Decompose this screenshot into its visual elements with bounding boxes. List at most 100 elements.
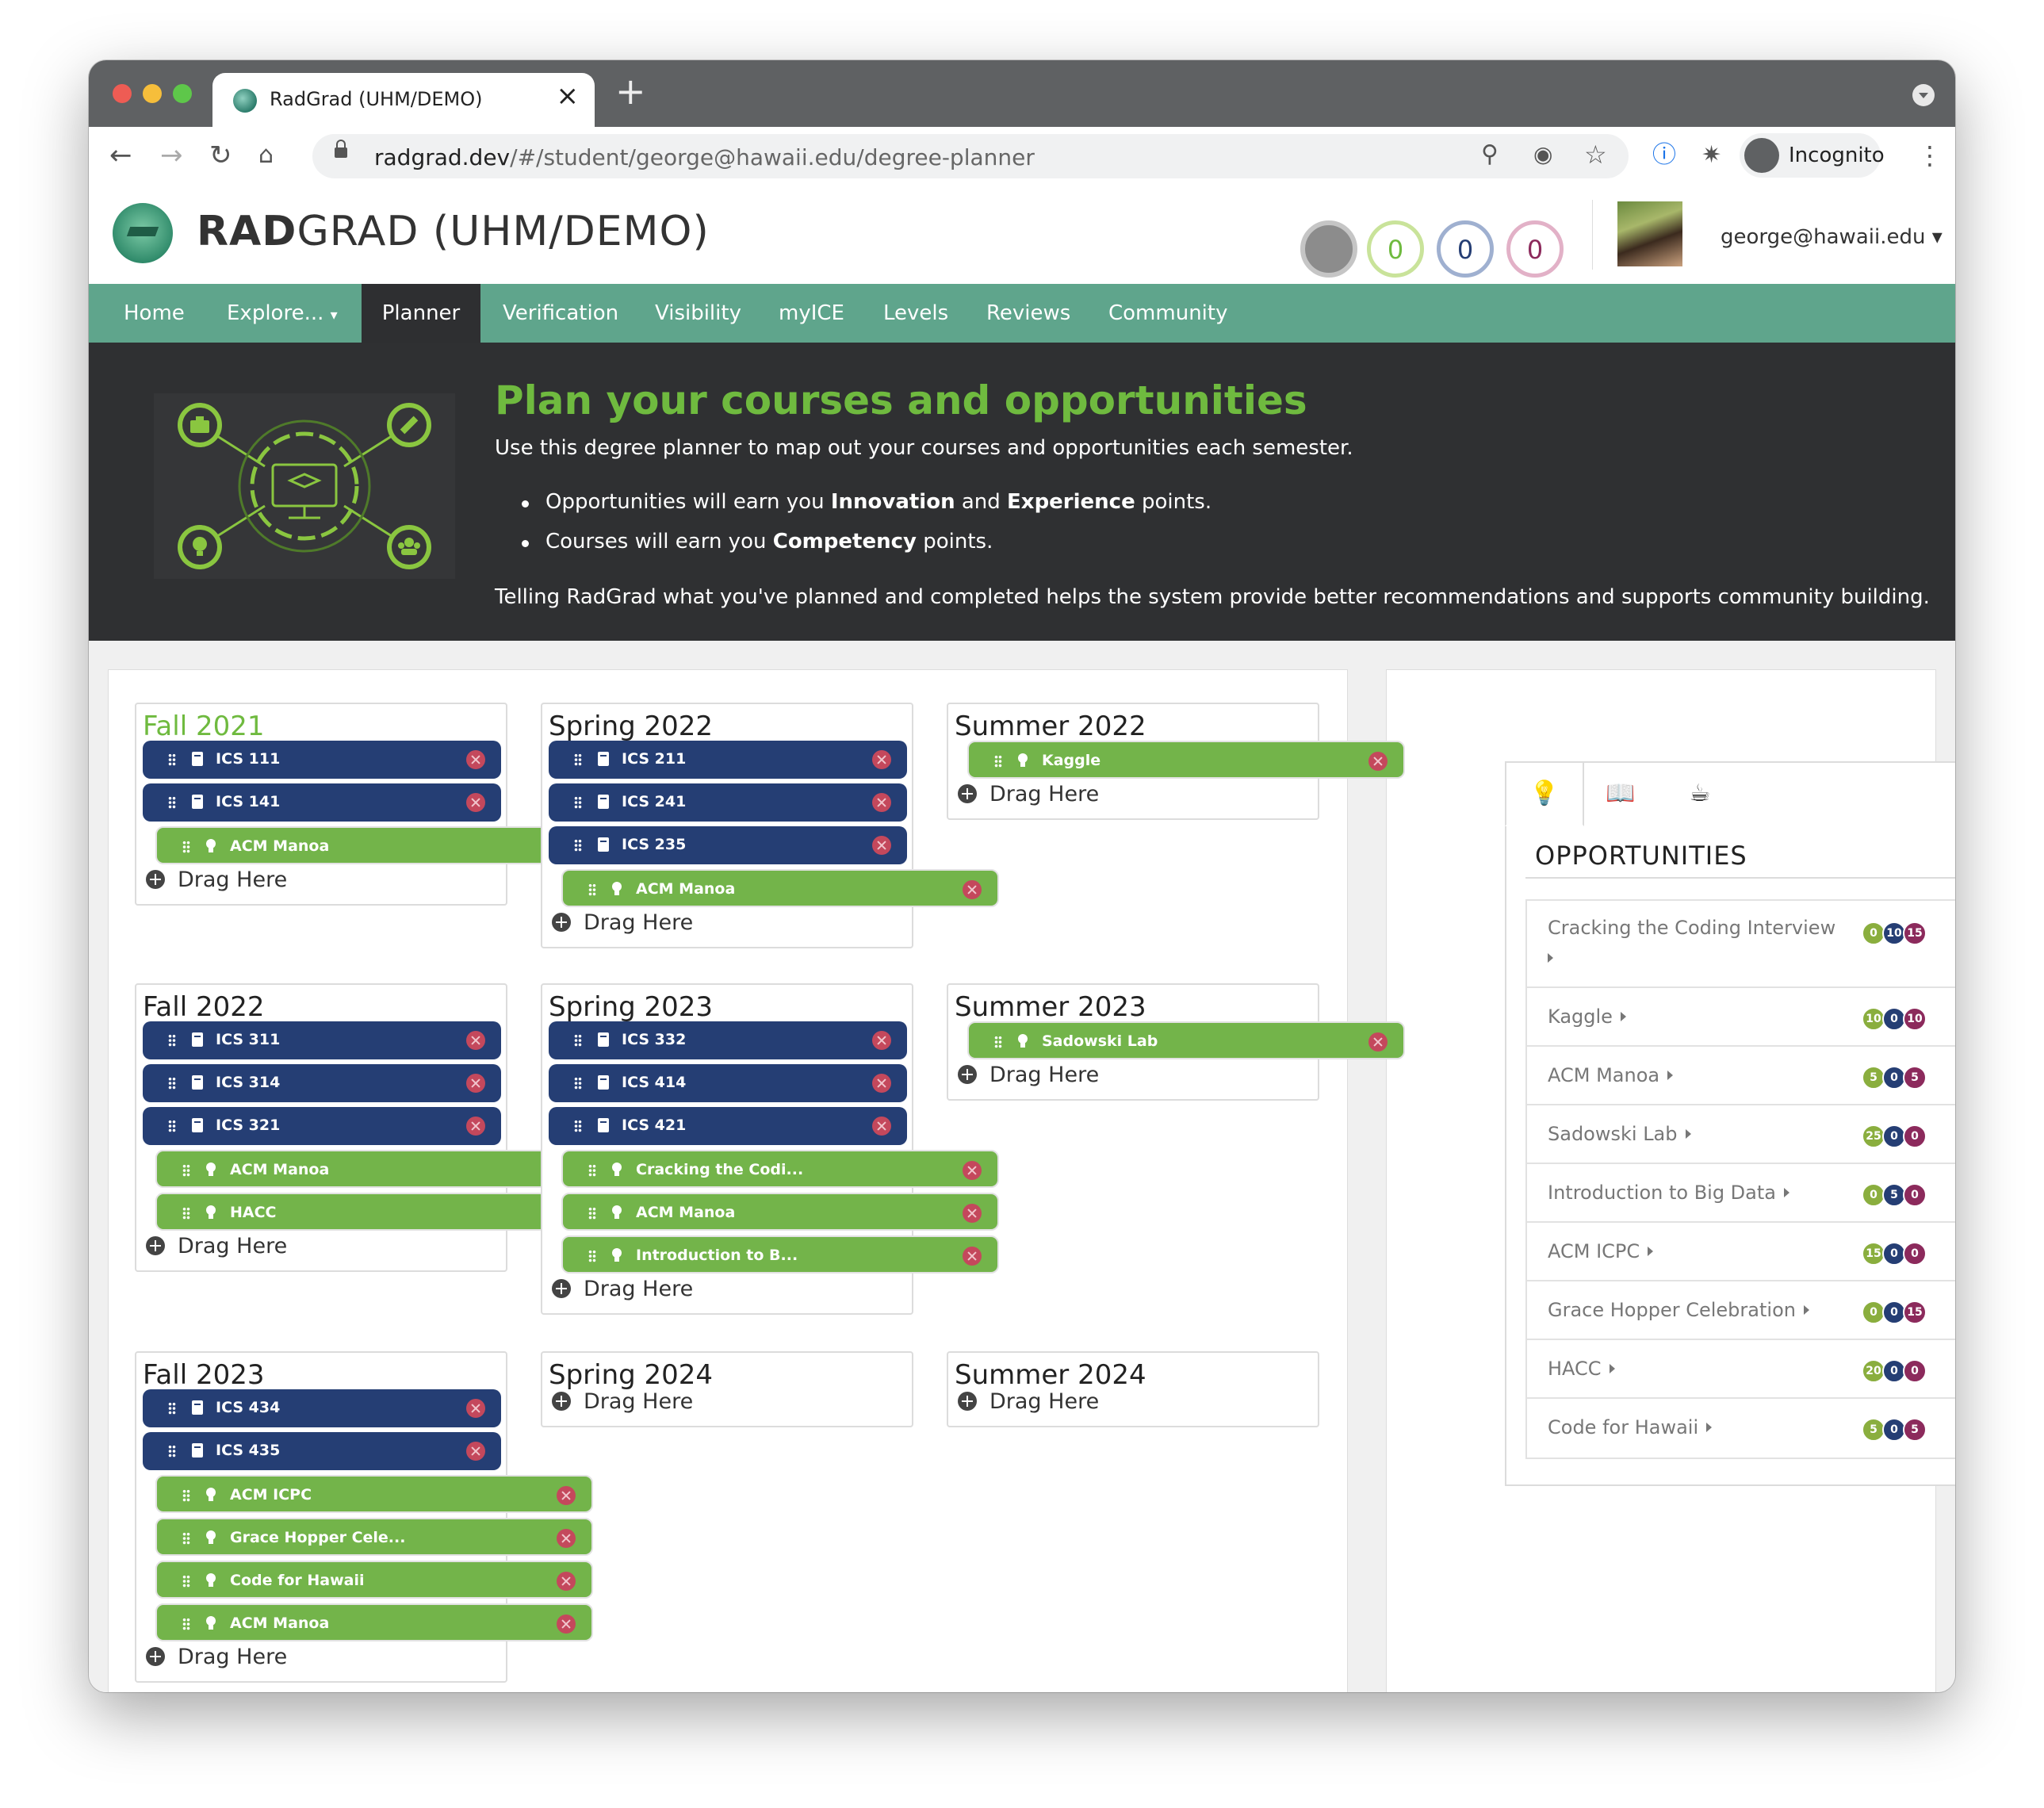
plan-item-course[interactable]: ICS 211 bbox=[549, 741, 907, 779]
opportunity-card[interactable]: Introduction to Big Data 0 5 0 bbox=[1525, 1163, 1955, 1223]
opportunity-card[interactable]: Kaggle 10 0 10 bbox=[1525, 986, 1955, 1047]
remove-icon[interactable] bbox=[557, 1572, 576, 1591]
competency-score[interactable]: 0 bbox=[1437, 220, 1494, 278]
reload-icon[interactable]: ↻ bbox=[209, 138, 232, 173]
drag-handle-icon[interactable] bbox=[182, 1207, 190, 1220]
plan-item-course[interactable]: ICS 435 bbox=[143, 1432, 501, 1470]
plan-item-course[interactable]: ICS 314 bbox=[143, 1064, 501, 1102]
remove-icon[interactable] bbox=[466, 750, 485, 769]
drag-handle-icon[interactable] bbox=[168, 1402, 176, 1415]
address-bar[interactable]: radgrad.dev/#/student/george@hawaii.edu/… bbox=[312, 134, 1629, 178]
nav-explore[interactable]: Explore... ▾ bbox=[227, 284, 338, 343]
drag-handle-icon[interactable] bbox=[574, 1077, 582, 1090]
drag-handle-icon[interactable] bbox=[168, 1034, 176, 1047]
browser-menu-icon[interactable]: ⋮ bbox=[1917, 138, 1943, 173]
remove-icon[interactable] bbox=[466, 1117, 485, 1136]
remove-icon[interactable] bbox=[872, 1074, 891, 1093]
drop-zone[interactable]: Drag Here bbox=[958, 782, 1099, 806]
nav-verification[interactable]: Verification bbox=[503, 284, 618, 343]
plan-item-course[interactable]: ICS 311 bbox=[143, 1021, 501, 1059]
plan-item-course[interactable]: ICS 235 bbox=[549, 826, 907, 864]
drop-zone[interactable]: Drag Here bbox=[552, 1277, 693, 1301]
plan-item-opportunity[interactable]: ACM Manoa bbox=[155, 1603, 593, 1641]
remove-icon[interactable] bbox=[1368, 752, 1388, 771]
remove-icon[interactable] bbox=[963, 1247, 982, 1266]
drag-handle-icon[interactable] bbox=[574, 1120, 582, 1132]
remove-icon[interactable] bbox=[872, 750, 891, 769]
avatar[interactable] bbox=[1617, 201, 1682, 266]
drag-handle-icon[interactable] bbox=[182, 1164, 190, 1177]
home-icon[interactable]: ⌂ bbox=[258, 138, 274, 173]
drag-handle-icon[interactable] bbox=[588, 1164, 596, 1177]
remove-icon[interactable] bbox=[963, 1204, 982, 1223]
remove-icon[interactable] bbox=[466, 793, 485, 812]
level-badge-icon[interactable] bbox=[1300, 220, 1357, 278]
tab-search-button[interactable] bbox=[1912, 84, 1935, 106]
remove-icon[interactable] bbox=[466, 1031, 485, 1050]
tracking-blocked-icon[interactable]: ◉ bbox=[1533, 137, 1552, 172]
remove-icon[interactable] bbox=[557, 1486, 576, 1505]
drop-zone[interactable]: Drag Here bbox=[146, 868, 287, 892]
remove-icon[interactable] bbox=[963, 880, 982, 899]
plan-item-opportunity[interactable]: ACM Manoa bbox=[561, 1193, 999, 1231]
drag-handle-icon[interactable] bbox=[574, 839, 582, 852]
drag-handle-icon[interactable] bbox=[182, 1618, 190, 1630]
remove-icon[interactable] bbox=[466, 1442, 485, 1461]
drop-zone[interactable]: Drag Here bbox=[146, 1234, 287, 1258]
remove-icon[interactable] bbox=[872, 1117, 891, 1136]
nav-myice[interactable]: myICE bbox=[779, 284, 844, 343]
drag-handle-icon[interactable] bbox=[574, 753, 582, 766]
plan-item-course[interactable]: ICS 421 bbox=[549, 1107, 907, 1145]
opportunity-card[interactable]: ACM Manoa 5 0 5 bbox=[1525, 1045, 1955, 1105]
plan-item-course[interactable]: ICS 321 bbox=[143, 1107, 501, 1145]
plan-item-opportunity[interactable]: Introduction to B... bbox=[561, 1235, 999, 1274]
plan-item-opportunity[interactable]: ACM Manoa bbox=[155, 826, 593, 864]
drag-handle-icon[interactable] bbox=[994, 755, 1002, 768]
drag-handle-icon[interactable] bbox=[574, 796, 582, 809]
plan-item-opportunity[interactable]: Grace Hopper Cele... bbox=[155, 1518, 593, 1556]
plan-item-opportunity[interactable]: ACM Manoa bbox=[561, 869, 999, 907]
plan-item-course[interactable]: ICS 434 bbox=[143, 1389, 501, 1427]
experience-score[interactable]: 0 bbox=[1506, 220, 1564, 278]
minimize-window-button[interactable] bbox=[143, 84, 162, 103]
tab-opportunities[interactable]: 💡 bbox=[1505, 761, 1584, 826]
incognito-badge[interactable]: Incognito bbox=[1740, 133, 1885, 178]
drag-handle-icon[interactable] bbox=[182, 1532, 190, 1545]
brand-title[interactable]: RADGRAD (UHM/DEMO) bbox=[197, 208, 710, 255]
opportunity-card[interactable]: Sadowski Lab 25 0 0 bbox=[1525, 1104, 1955, 1164]
drop-zone[interactable]: Drag Here bbox=[552, 1389, 693, 1414]
tab-profile[interactable]: ☕ bbox=[1662, 763, 1738, 825]
nav-visibility[interactable]: Visibility bbox=[655, 284, 741, 343]
close-window-button[interactable] bbox=[113, 84, 132, 103]
remove-icon[interactable] bbox=[466, 1399, 485, 1418]
plan-item-opportunity[interactable]: Code for Hawaii bbox=[155, 1561, 593, 1599]
drop-zone[interactable]: Drag Here bbox=[958, 1389, 1099, 1414]
remove-icon[interactable] bbox=[872, 836, 891, 855]
remove-icon[interactable] bbox=[557, 1615, 576, 1634]
innovation-score[interactable]: 0 bbox=[1367, 220, 1424, 278]
plan-item-opportunity[interactable]: Sadowski Lab bbox=[967, 1021, 1405, 1059]
new-tab-button[interactable]: + bbox=[615, 73, 646, 109]
forward-icon[interactable]: → bbox=[160, 138, 183, 173]
drag-handle-icon[interactable] bbox=[182, 841, 190, 853]
drag-handle-icon[interactable] bbox=[168, 1445, 176, 1458]
opportunity-card[interactable]: HACC 20 0 0 bbox=[1525, 1339, 1955, 1399]
drag-handle-icon[interactable] bbox=[168, 1077, 176, 1090]
zoom-icon[interactable]: ⚲ bbox=[1481, 137, 1499, 172]
nav-home[interactable]: Home bbox=[124, 284, 185, 343]
radgrad-logo[interactable] bbox=[113, 203, 173, 263]
plan-item-opportunity[interactable]: ACM Manoa bbox=[155, 1150, 593, 1188]
drag-handle-icon[interactable] bbox=[168, 796, 176, 809]
maximize-window-button[interactable] bbox=[173, 84, 192, 103]
nav-levels[interactable]: Levels bbox=[883, 284, 948, 343]
extensions-icon[interactable]: ✷ bbox=[1701, 138, 1721, 173]
nav-planner[interactable]: Planner bbox=[362, 284, 480, 343]
user-menu[interactable]: george@hawaii.edu ▾ bbox=[1721, 225, 1943, 249]
plan-item-course[interactable]: ICS 241 bbox=[549, 783, 907, 822]
drag-handle-icon[interactable] bbox=[588, 883, 596, 896]
tab-courses[interactable]: 📖 bbox=[1583, 763, 1659, 825]
back-icon[interactable]: ← bbox=[109, 138, 132, 173]
plan-item-opportunity[interactable]: HACC bbox=[155, 1193, 593, 1231]
drag-handle-icon[interactable] bbox=[168, 753, 176, 766]
plan-item-opportunity[interactable]: ACM ICPC bbox=[155, 1475, 593, 1513]
